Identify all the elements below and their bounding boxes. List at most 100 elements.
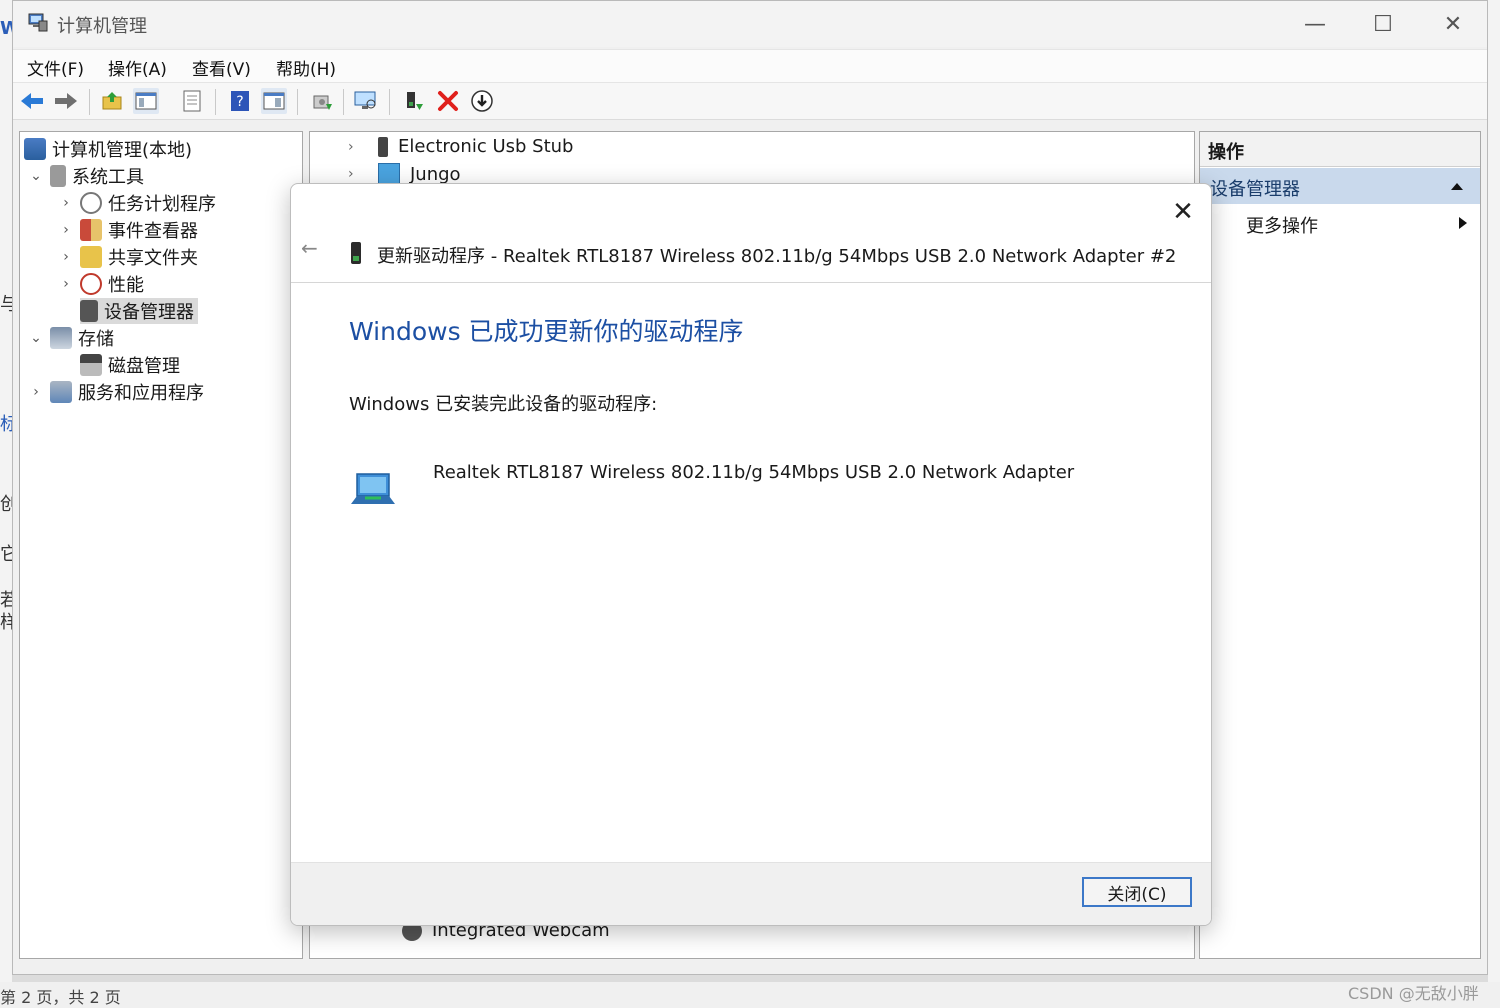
- collapse-up-icon[interactable]: [1450, 181, 1464, 191]
- enable-device-icon[interactable]: [401, 88, 427, 114]
- tree-item-label: 系统工具: [72, 167, 144, 188]
- actions-header-label: 操作: [1208, 142, 1244, 163]
- tree-item-label: 计算机管理(本地): [52, 140, 193, 161]
- properties-icon[interactable]: [179, 88, 205, 114]
- console-tree: 计算机管理(本地) ⌄ 系统工具 › 任务计划程序 › 事件查看器 › 共享文件…: [19, 131, 303, 959]
- minimize-button[interactable]: —: [1285, 5, 1345, 43]
- more-actions-item[interactable]: 更多操作: [1246, 212, 1318, 238]
- uninstall-icon[interactable]: [435, 88, 461, 114]
- minimize-icon: —: [1304, 11, 1326, 37]
- chevron-right-icon[interactable]: ›: [58, 222, 74, 238]
- more-actions-label: 更多操作: [1246, 216, 1318, 237]
- tree-item-label: 磁盘管理: [108, 356, 180, 377]
- back-arrow-icon[interactable]: ←: [301, 236, 318, 260]
- chevron-right-icon[interactable]: ›: [58, 195, 74, 211]
- chevron-right-icon[interactable]: ›: [348, 139, 364, 155]
- success-heading: Windows 已成功更新你的驱动程序: [349, 317, 744, 346]
- status-bar: [19, 959, 1481, 973]
- chevron-down-icon[interactable]: ⌄: [28, 330, 44, 346]
- background-document-right: [1488, 0, 1500, 1008]
- tree-item-event-viewer[interactable]: › 事件查看器: [58, 217, 198, 243]
- maximize-icon: ☐: [1373, 11, 1393, 37]
- forward-icon[interactable]: [53, 88, 79, 114]
- device-manager-icon: [80, 300, 98, 322]
- menu-file[interactable]: 文件(F): [27, 55, 84, 80]
- device-row-jungo[interactable]: › Jungo: [348, 163, 461, 185]
- tree-item-label: 性能: [108, 275, 144, 296]
- close-window-button[interactable]: ✕: [1423, 5, 1483, 43]
- tree-item-disk-management[interactable]: 磁盘管理: [80, 352, 180, 378]
- download-icon[interactable]: [469, 88, 495, 114]
- divider: [291, 282, 1211, 283]
- install-message: Windows 已安装完此设备的驱动程序:: [349, 394, 658, 415]
- background-statusbar: 第 2 页，共 2 页: [0, 982, 1500, 1008]
- svg-text:?: ?: [236, 94, 243, 110]
- up-folder-icon[interactable]: [99, 88, 125, 114]
- help-icon[interactable]: ?: [227, 88, 253, 114]
- services-icon: [50, 381, 72, 403]
- background-document-left: W 与 标 创 它 若 样: [0, 0, 20, 1008]
- computer-management-icon: [28, 13, 48, 32]
- actions-section-device-manager[interactable]: 设备管理器: [1200, 168, 1480, 204]
- show-tree-icon[interactable]: [133, 88, 159, 114]
- dialog-footer: 关闭(C): [291, 862, 1211, 925]
- usb-device-icon: [378, 136, 388, 157]
- usb-device-icon: [351, 242, 361, 264]
- adapter-name: Realtek RTL8187 Wireless 802.11b/g 54Mbp…: [433, 462, 1075, 483]
- tree-item-computer-management[interactable]: 计算机管理(本地): [24, 136, 192, 162]
- background-status-text: 第 2 页，共 2 页: [0, 988, 121, 1007]
- device-row-electronic-usb-stub[interactable]: › Electronic Usb Stub: [348, 136, 573, 157]
- tree-item-services-apps[interactable]: › 服务和应用程序: [28, 379, 204, 405]
- back-icon[interactable]: [19, 88, 45, 114]
- toolbar-separator: [215, 89, 216, 115]
- toolbar-separator: [343, 89, 344, 115]
- menu-view[interactable]: 查看(V): [192, 55, 251, 80]
- tree-item-shared-folders[interactable]: › 共享文件夹: [58, 244, 198, 270]
- tree-item-device-manager[interactable]: 设备管理器: [80, 298, 198, 324]
- dialog-title: 更新驱动程序 - Realtek RTL8187 Wireless 802.11…: [377, 246, 1177, 267]
- tree-item-storage[interactable]: ⌄ 存储: [28, 325, 114, 351]
- toolbar-separator: [389, 89, 390, 115]
- monitor-icon: [378, 163, 400, 185]
- chevron-right-icon[interactable]: ›: [58, 276, 74, 292]
- close-button[interactable]: 关闭(C): [1082, 877, 1192, 907]
- submenu-arrow-icon: [1459, 217, 1467, 229]
- performance-icon: [80, 273, 102, 295]
- computer-management-icon: [24, 138, 46, 160]
- network-adapter-icon: [351, 473, 395, 504]
- chevron-down-icon[interactable]: ⌄: [28, 168, 44, 184]
- dialog-close-button[interactable]: ✕: [1163, 192, 1203, 232]
- tree-item-label: 服务和应用程序: [78, 383, 204, 404]
- tree-item-label: 任务计划程序: [108, 194, 216, 215]
- tools-icon: [50, 165, 66, 187]
- window-title: 计算机管理: [57, 16, 147, 37]
- toolbar-separator: [297, 89, 298, 115]
- update-driver-icon[interactable]: [309, 88, 335, 114]
- actions-pane: 操作 设备管理器 更多操作: [1199, 131, 1481, 959]
- maximize-button[interactable]: ☐: [1353, 5, 1413, 43]
- tree-item-system-tools[interactable]: ⌄ 系统工具: [28, 163, 144, 189]
- update-driver-dialog: ✕ ← 更新驱动程序 - Realtek RTL8187 Wireless 80…: [290, 183, 1212, 926]
- disk-icon: [80, 354, 102, 376]
- close-icon: ✕: [1443, 11, 1463, 37]
- watermark: CSDN @无敌小胖: [1348, 984, 1479, 1003]
- toolbar: ?: [13, 83, 1487, 120]
- actions-header: 操作: [1200, 132, 1480, 167]
- device-label: Electronic Usb Stub: [398, 136, 574, 157]
- shared-folder-icon: [80, 246, 102, 268]
- scan-hardware-icon[interactable]: [353, 88, 379, 114]
- chevron-right-icon[interactable]: ›: [28, 384, 44, 400]
- event-viewer-icon: [80, 219, 102, 241]
- menu-help[interactable]: 帮助(H): [276, 55, 336, 80]
- tree-item-performance[interactable]: › 性能: [58, 271, 144, 297]
- actions-section-label: 设备管理器: [1210, 179, 1300, 200]
- toggle-pane-icon[interactable]: [261, 88, 287, 114]
- chevron-right-icon[interactable]: ›: [58, 249, 74, 265]
- menu-action[interactable]: 操作(A): [108, 55, 167, 80]
- tree-item-label: 事件查看器: [108, 221, 198, 242]
- toolbar-separator: [89, 89, 90, 115]
- chevron-right-icon[interactable]: ›: [348, 166, 364, 182]
- title-bar[interactable]: 计算机管理 — ☐ ✕: [13, 1, 1487, 47]
- tree-item-task-scheduler[interactable]: › 任务计划程序: [58, 190, 216, 216]
- tree-item-label: 存储: [78, 329, 114, 350]
